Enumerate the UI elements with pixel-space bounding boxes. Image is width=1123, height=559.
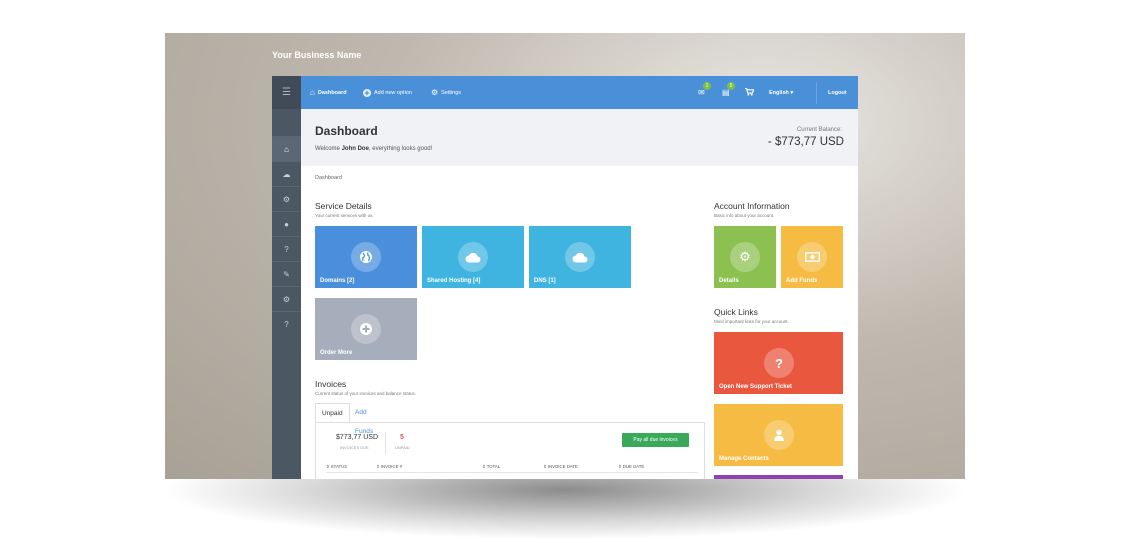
language-dropdown[interactable]: English ▾ [769, 76, 793, 109]
invoice-table-header: ⇕ STATUS ⇕ INVOICE # ⇕ TOTAL ⇕ INVOICE D… [326, 464, 698, 473]
invoices-badge: 5 [727, 82, 735, 90]
tile-domains[interactable]: Domains [2] [315, 226, 417, 288]
page-header: Dashboard Welcome John Doe, everything l… [301, 109, 858, 166]
nav-dashboard[interactable]: ⌂ Dashboard [310, 76, 347, 109]
tile-details[interactable]: ⚙ Details [714, 226, 776, 288]
user-icon: ● [284, 219, 289, 229]
messages-button[interactable]: ✉ 1 [698, 82, 711, 97]
question-icon: ? [284, 244, 289, 254]
tile-dns[interactable]: DNS [1] [529, 226, 631, 288]
question-icon: ? [284, 319, 289, 329]
home-icon: ⌂ [310, 88, 315, 97]
screenshot-frame: Your Business Name ☰ ⌂ ☁ ⚙ ● ? ✎ ⚙ ? ⌂ D… [165, 33, 965, 479]
tile-add-funds[interactable]: Add Funds [781, 226, 843, 288]
welcome-message: Welcome John Doe, everything looks good! [315, 146, 433, 152]
tile-more[interactable] [714, 475, 843, 479]
invoices-button[interactable]: ▤ 5 [722, 82, 735, 97]
balance-value: - $773,77 USD [767, 136, 844, 148]
pay-all-button[interactable]: Pay all due invoices [622, 433, 689, 447]
account-info-subtitle: Basic info about your account. [714, 213, 775, 218]
sidebar-item-account[interactable]: ● [272, 211, 301, 236]
client-area-window: ☰ ⌂ ☁ ⚙ ● ? ✎ ⚙ ? ⌂ Dashboard Add new op… [272, 76, 858, 479]
sidebar-item-services[interactable]: ☁ [272, 161, 301, 186]
sidebar-item-settings[interactable]: ⚙ [272, 186, 301, 211]
sidebar-item-edit[interactable]: ✎ [272, 261, 301, 286]
tile-order-more[interactable]: Order More [315, 298, 417, 360]
messages-badge: 1 [703, 82, 711, 90]
cart-button[interactable] [745, 87, 755, 98]
cart-icon [745, 87, 755, 98]
service-details-subtitle: Your current services with us. [315, 213, 374, 218]
globe-icon [351, 242, 381, 272]
unpaid-count: 5 [400, 434, 404, 441]
service-details-title: Service Details [315, 201, 372, 211]
invoice-panel: $773,77 USD INVOICES DUE 5 UNPAID Pay al… [315, 422, 705, 479]
stat-divider [385, 432, 386, 454]
cloud-icon [565, 242, 595, 272]
money-icon [797, 242, 827, 272]
page-title: Dashboard [315, 124, 378, 138]
business-name: Your Business Name [272, 50, 362, 60]
invoices-due-label: INVOICES DUE [340, 445, 369, 450]
user-name: John Doe [341, 146, 369, 152]
col-invoice-number[interactable]: ⇕ INVOICE # [376, 464, 402, 470]
sidebar-item-config[interactable]: ⚙ [272, 286, 301, 311]
invoices-title: Invoices [315, 379, 347, 389]
gears-icon: ⚙ [431, 88, 439, 97]
hamburger-icon: ☰ [282, 87, 291, 98]
cloud-icon [458, 242, 488, 272]
plus-icon [351, 314, 381, 344]
quick-links-subtitle: Most important links for your account. [714, 319, 789, 324]
menu-toggle[interactable]: ☰ [272, 76, 301, 109]
nav-add-option[interactable]: Add new option [363, 76, 412, 109]
question-icon: ? [764, 348, 794, 378]
col-status[interactable]: ⇕ STATUS [326, 464, 347, 470]
col-total[interactable]: ⇕ TOTAL [482, 464, 500, 470]
invoices-due-amount: $773,77 USD [336, 434, 379, 441]
col-due-date[interactable]: ⇕ DUE DATE [618, 464, 644, 470]
breadcrumb[interactable]: Dashboard [315, 175, 342, 181]
tab-unpaid[interactable]: Unpaid [315, 403, 350, 424]
account-info-title: Account Information [714, 201, 790, 211]
tile-open-support-ticket[interactable]: ? Open New Support Ticket [714, 332, 843, 394]
sidebar-item-home[interactable]: ⌂ [272, 136, 301, 161]
nav-settings[interactable]: ⚙ Settings [431, 76, 461, 109]
envelope-icon: ✉ [698, 88, 705, 97]
tile-shared-hosting[interactable]: Shared Hosting [4] [422, 226, 524, 288]
balance-label: Current Balance: [796, 127, 842, 133]
tab-add-funds[interactable]: Add Funds [349, 403, 379, 435]
invoices-subtitle: Current status of your invoices and bala… [315, 391, 417, 396]
user-icon [764, 420, 794, 450]
gear-icon: ⚙ [730, 242, 760, 272]
col-invoice-date[interactable]: ⇕ INVOICE DATE [543, 464, 578, 470]
tile-manage-contacts[interactable]: Manage Contacts [714, 404, 843, 466]
sidebar: ☰ ⌂ ☁ ⚙ ● ? ✎ ⚙ ? [272, 76, 301, 479]
sidebar-item-support[interactable]: ? [272, 236, 301, 261]
cloud-icon: ☁ [282, 169, 291, 179]
pencil-icon: ✎ [283, 269, 290, 279]
logout-link[interactable]: Logout [828, 76, 847, 109]
gear-icon: ⚙ [282, 294, 291, 304]
quick-links-title: Quick Links [714, 307, 758, 317]
gear-icon: ⚙ [282, 194, 291, 204]
sidebar-item-help[interactable]: ? [272, 311, 301, 336]
unpaid-label: UNPAID [395, 445, 410, 450]
navbar-divider [816, 82, 817, 104]
plus-circle-icon [363, 88, 371, 97]
top-navbar: ⌂ Dashboard Add new option ⚙ Settings ✉ … [301, 76, 858, 109]
home-icon: ⌂ [284, 144, 289, 154]
